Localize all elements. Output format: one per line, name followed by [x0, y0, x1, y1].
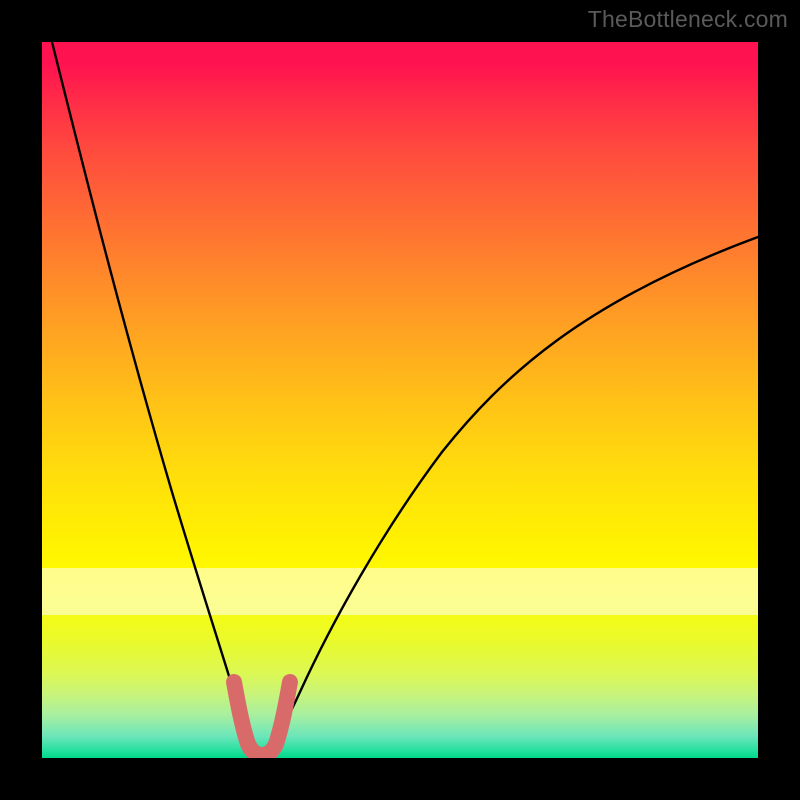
marker-band [234, 682, 290, 755]
bottleneck-curve [52, 42, 758, 754]
chart-container: TheBottleneck.com [0, 0, 800, 800]
plot-area [42, 42, 758, 758]
chart-svg [42, 42, 758, 758]
watermark-text: TheBottleneck.com [588, 6, 788, 33]
